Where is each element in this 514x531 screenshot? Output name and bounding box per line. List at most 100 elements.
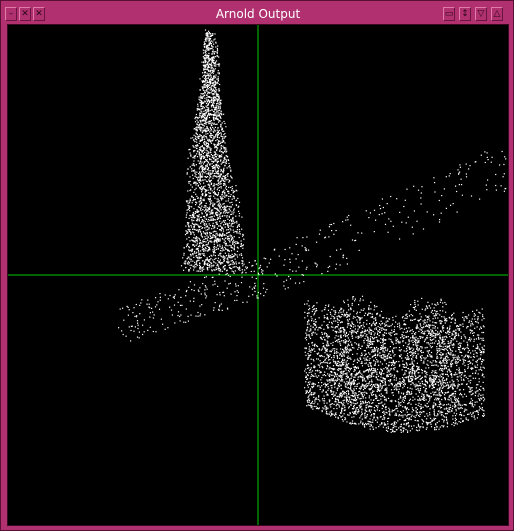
point (203, 64, 205, 67)
point (206, 109, 208, 111)
point (466, 347, 468, 349)
point (335, 399, 337, 401)
point (379, 384, 381, 386)
point (415, 411, 417, 413)
point (219, 101, 221, 103)
point (307, 392, 309, 394)
point (437, 313, 439, 315)
chevron-up-icon[interactable]: △ (491, 7, 503, 21)
point (386, 320, 388, 322)
point (216, 81, 218, 83)
point (483, 349, 485, 351)
point (386, 350, 388, 352)
point (224, 156, 226, 158)
point (231, 198, 233, 200)
point (331, 393, 333, 395)
point (353, 370, 355, 372)
point (482, 366, 484, 368)
point (208, 107, 210, 109)
point (210, 86, 212, 88)
point (348, 344, 350, 346)
point (384, 356, 386, 358)
point (222, 228, 224, 230)
point (395, 347, 397, 349)
point (215, 164, 217, 166)
point (432, 407, 434, 409)
point (212, 234, 214, 236)
point (445, 367, 447, 370)
point (380, 355, 382, 357)
point (193, 228, 196, 230)
point (326, 379, 328, 381)
minimize-icon[interactable]: ▭ (443, 7, 455, 21)
point (204, 71, 206, 73)
point (483, 400, 485, 402)
point (226, 195, 228, 197)
point (224, 265, 226, 267)
point (387, 420, 389, 423)
point (408, 425, 410, 427)
point (204, 261, 206, 263)
point (425, 305, 427, 307)
chevron-down-icon[interactable]: ▽ (475, 7, 487, 21)
point (418, 429, 420, 431)
point (468, 349, 470, 351)
point (200, 225, 202, 227)
point (401, 317, 404, 319)
resize-icon[interactable]: ↕ (459, 7, 471, 21)
point (218, 90, 220, 92)
point (359, 319, 361, 321)
point (215, 140, 217, 142)
point (223, 202, 225, 205)
point (369, 411, 371, 413)
point (213, 235, 216, 237)
point (214, 130, 216, 132)
point (231, 247, 233, 249)
point (341, 380, 343, 382)
point (446, 421, 448, 423)
point (445, 373, 447, 375)
point (434, 322, 436, 324)
point (236, 229, 238, 231)
point (315, 326, 317, 328)
point (218, 109, 221, 111)
point (436, 343, 439, 345)
point (470, 398, 472, 400)
point (223, 220, 225, 222)
point (188, 217, 190, 219)
point (440, 352, 442, 354)
point (222, 248, 224, 250)
point (204, 255, 206, 257)
plot-canvas[interactable] (7, 24, 509, 526)
point (200, 234, 202, 236)
point (239, 267, 241, 269)
point (393, 425, 395, 427)
point (199, 155, 201, 157)
point (233, 208, 235, 210)
point (188, 246, 190, 248)
point (232, 219, 234, 221)
point (213, 43, 215, 45)
point (463, 389, 465, 391)
point (204, 97, 206, 99)
point (415, 375, 417, 377)
point (348, 407, 350, 409)
point (195, 239, 197, 241)
point (344, 365, 347, 367)
point (217, 78, 219, 80)
point (321, 365, 323, 368)
point (209, 140, 211, 142)
point (191, 220, 193, 222)
point (412, 396, 414, 398)
point (349, 399, 351, 401)
title-bar[interactable]: – ✕ ✕ Arnold Output ▭ ↕ ▽ △ (5, 5, 511, 24)
point (210, 48, 212, 50)
point (474, 321, 477, 323)
point (222, 139, 225, 141)
point (416, 377, 418, 379)
point (346, 311, 348, 313)
point (229, 202, 231, 204)
point (412, 341, 414, 343)
point (351, 375, 353, 377)
point (224, 192, 226, 194)
